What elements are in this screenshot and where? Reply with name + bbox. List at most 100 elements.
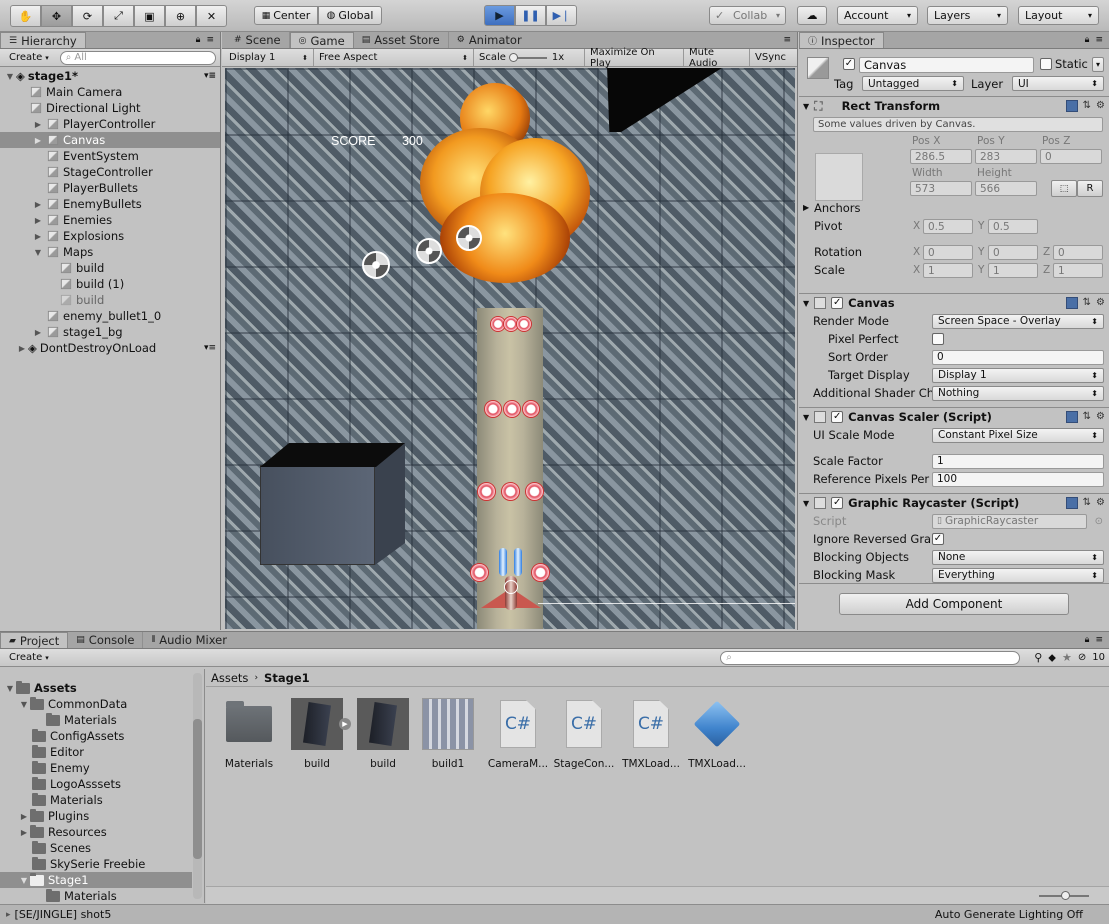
scene-row[interactable]: ▶ ◈ DontDestroyOnLoad ▾≡ <box>0 340 220 356</box>
fold-closed-icon[interactable]: ▶ <box>32 232 44 241</box>
fold-closed-icon[interactable]: ▶ <box>18 812 30 821</box>
rotation-z-field[interactable]: 0 <box>1053 245 1103 260</box>
ignore-reversed-checkbox[interactable]: ✓ <box>932 533 944 545</box>
asset-item[interactable]: C# TMXLoad... <box>620 698 682 770</box>
folder-item[interactable]: Materials <box>0 888 204 904</box>
hand-tool-icon[interactable]: ✋ <box>10 5 41 27</box>
slider-thumb[interactable] <box>1061 891 1070 900</box>
rotation-x-field[interactable]: 0 <box>923 245 973 260</box>
fold-closed-icon[interactable]: ▶ <box>32 136 44 145</box>
static-checkbox[interactable] <box>1040 58 1052 70</box>
layers-dropdown[interactable]: Layers ▾ <box>927 6 1008 25</box>
status-message[interactable]: ▸ [SE/JINGLE] shot5 <box>6 908 111 921</box>
object-name-field[interactable]: Canvas <box>859 57 1034 73</box>
tab-inspector[interactable]: ⓘ Inspector <box>799 32 884 48</box>
component-header[interactable]: ▼ ✓ Canvas <box>799 294 1109 312</box>
component-enabled-checkbox[interactable]: ✓ <box>831 497 844 509</box>
folder-item[interactable]: ConfigAssets <box>0 728 204 744</box>
scale-tool-icon[interactable]: ⤢ <box>103 5 134 27</box>
list-item[interactable]: PlayerBullets <box>0 180 220 196</box>
component-enabled-checkbox[interactable]: ✓ <box>831 297 844 309</box>
list-item[interactable]: ▶ Explosions <box>0 228 220 244</box>
component-header[interactable]: ▼ ⛶ Rect Transform <box>799 97 1109 115</box>
folder-item[interactable]: Editor <box>0 744 204 760</box>
tab-asset-store[interactable]: ▤ Asset Store <box>354 32 449 48</box>
lighting-status[interactable]: Auto Generate Lighting Off <box>935 908 1083 921</box>
mute-audio-toggle[interactable]: Mute Audio <box>684 47 750 69</box>
pause-button[interactable]: ❚❚ <box>515 5 546 26</box>
create-dropdown[interactable]: Create ▾ <box>4 649 54 666</box>
help-book-icon[interactable] <box>1065 100 1078 112</box>
slider-thumb[interactable] <box>508 52 518 62</box>
fold-open-icon[interactable]: ▼ <box>803 499 809 508</box>
gear-icon[interactable]: ⚙ <box>1096 497 1105 509</box>
rect-tool-icon[interactable]: ▣ <box>134 5 165 27</box>
height-field[interactable]: 566 <box>975 181 1037 196</box>
fold-open-icon[interactable]: ▼ <box>4 684 16 693</box>
list-item-selected[interactable]: ▶ Canvas <box>0 132 220 148</box>
help-book-icon[interactable] <box>1065 297 1078 309</box>
asset-item[interactable]: build1 <box>417 698 479 770</box>
asset-item[interactable]: C# CameraM... <box>487 698 549 770</box>
asset-item[interactable]: TMXLoad... <box>686 698 748 770</box>
posz-field[interactable]: 0 <box>1040 149 1102 164</box>
blocking-mask-dropdown[interactable]: Everything ⬍ <box>932 567 1104 583</box>
aspect-dropdown[interactable]: Free Aspect ⬍ <box>314 49 474 66</box>
folder-item[interactable]: ▶ Plugins <box>0 808 204 824</box>
preset-icon[interactable]: ⇅ <box>1083 100 1091 112</box>
menu-icon[interactable]: ≡ <box>783 35 791 45</box>
custom-tool-icon[interactable]: ✕ <box>196 5 227 27</box>
add-component-button[interactable]: Add Component <box>839 593 1069 615</box>
posy-field[interactable]: 283 <box>975 149 1037 164</box>
transform-tool-icon[interactable]: ⊕ <box>165 5 196 27</box>
fold-closed-icon[interactable]: ▶ <box>32 200 44 209</box>
preset-icon[interactable]: ⇅ <box>1083 297 1091 309</box>
tab-hierarchy[interactable]: ☰ Hierarchy <box>0 32 86 48</box>
list-item[interactable]: StageController <box>0 164 220 180</box>
fold-open-icon[interactable]: ▼ <box>4 72 16 81</box>
folder-item[interactable]: ▼ Assets <box>0 680 204 696</box>
rotate-tool-icon[interactable]: ⟳ <box>72 5 103 27</box>
folder-item[interactable]: Materials <box>0 792 204 808</box>
fold-open-icon[interactable]: ▼ <box>18 876 30 885</box>
lock-icon[interactable]: 🔒︎ <box>1085 635 1090 645</box>
component-enabled-checkbox[interactable]: ✓ <box>831 411 844 423</box>
fold-open-icon[interactable]: ▼ <box>18 700 30 709</box>
list-item[interactable]: ▶ PlayerController <box>0 116 220 132</box>
list-item[interactable]: EventSystem <box>0 148 220 164</box>
display-dropdown[interactable]: Display 1 ⬍ <box>224 49 314 66</box>
project-search-input[interactable]: ⌕ <box>720 650 1021 665</box>
list-item[interactable]: build (1) <box>0 276 220 292</box>
hidden-packages-icon[interactable]: ⊘ <box>1078 652 1086 663</box>
collab-dropdown[interactable]: ✓ Collab ▾ <box>709 6 786 25</box>
preset-icon[interactable]: ⇅ <box>1083 411 1091 423</box>
anchor-preset-widget[interactable] <box>815 153 863 201</box>
folder-item[interactable]: SkySerie Freebie <box>0 856 204 872</box>
filter-label-icon[interactable]: ⬥ <box>1048 651 1056 665</box>
tab-animator[interactable]: ⚙ Animator <box>449 32 530 48</box>
asset-item[interactable]: C# StageCon... <box>553 698 615 770</box>
fold-open-icon[interactable]: ▼ <box>803 299 809 308</box>
folder-item[interactable]: ▼ CommonData <box>0 696 204 712</box>
scale-mode-dropdown[interactable]: Constant Pixel Size ⬍ <box>932 427 1104 443</box>
list-item[interactable]: Main Camera <box>0 84 220 100</box>
raw-edit-button[interactable]: R <box>1077 180 1103 197</box>
posx-field[interactable]: 286.5 <box>910 149 972 164</box>
tree-scrollbar[interactable] <box>193 673 202 899</box>
breadcrumb-assets[interactable]: Assets <box>211 671 248 685</box>
list-item[interactable]: ▶ EnemyBullets <box>0 196 220 212</box>
scale-slider[interactable]: Scale 1x <box>474 49 585 66</box>
scale-x-field[interactable]: 1 <box>923 263 973 278</box>
shader-channels-dropdown[interactable]: Nothing ⬍ <box>932 385 1104 401</box>
tab-audio-mixer[interactable]: ⫴ Audio Mixer <box>143 632 235 648</box>
lock-icon[interactable]: 🔒︎ <box>196 35 201 45</box>
expand-arrow-icon[interactable]: ▶ <box>339 718 351 730</box>
gear-icon[interactable]: ⚙ <box>1096 297 1105 309</box>
asset-item[interactable]: build <box>352 698 414 770</box>
target-display-dropdown[interactable]: Display 1 ⬍ <box>932 367 1104 383</box>
row-menu-icon[interactable]: ▾≡ <box>204 71 216 81</box>
component-header[interactable]: ▼ ✓ Canvas Scaler (Script) <box>799 408 1109 426</box>
scale-factor-field[interactable]: 1 <box>932 453 1104 469</box>
tab-console[interactable]: ▤ Console <box>68 632 144 648</box>
blueprint-mode-button[interactable]: ⬚ <box>1051 180 1077 197</box>
